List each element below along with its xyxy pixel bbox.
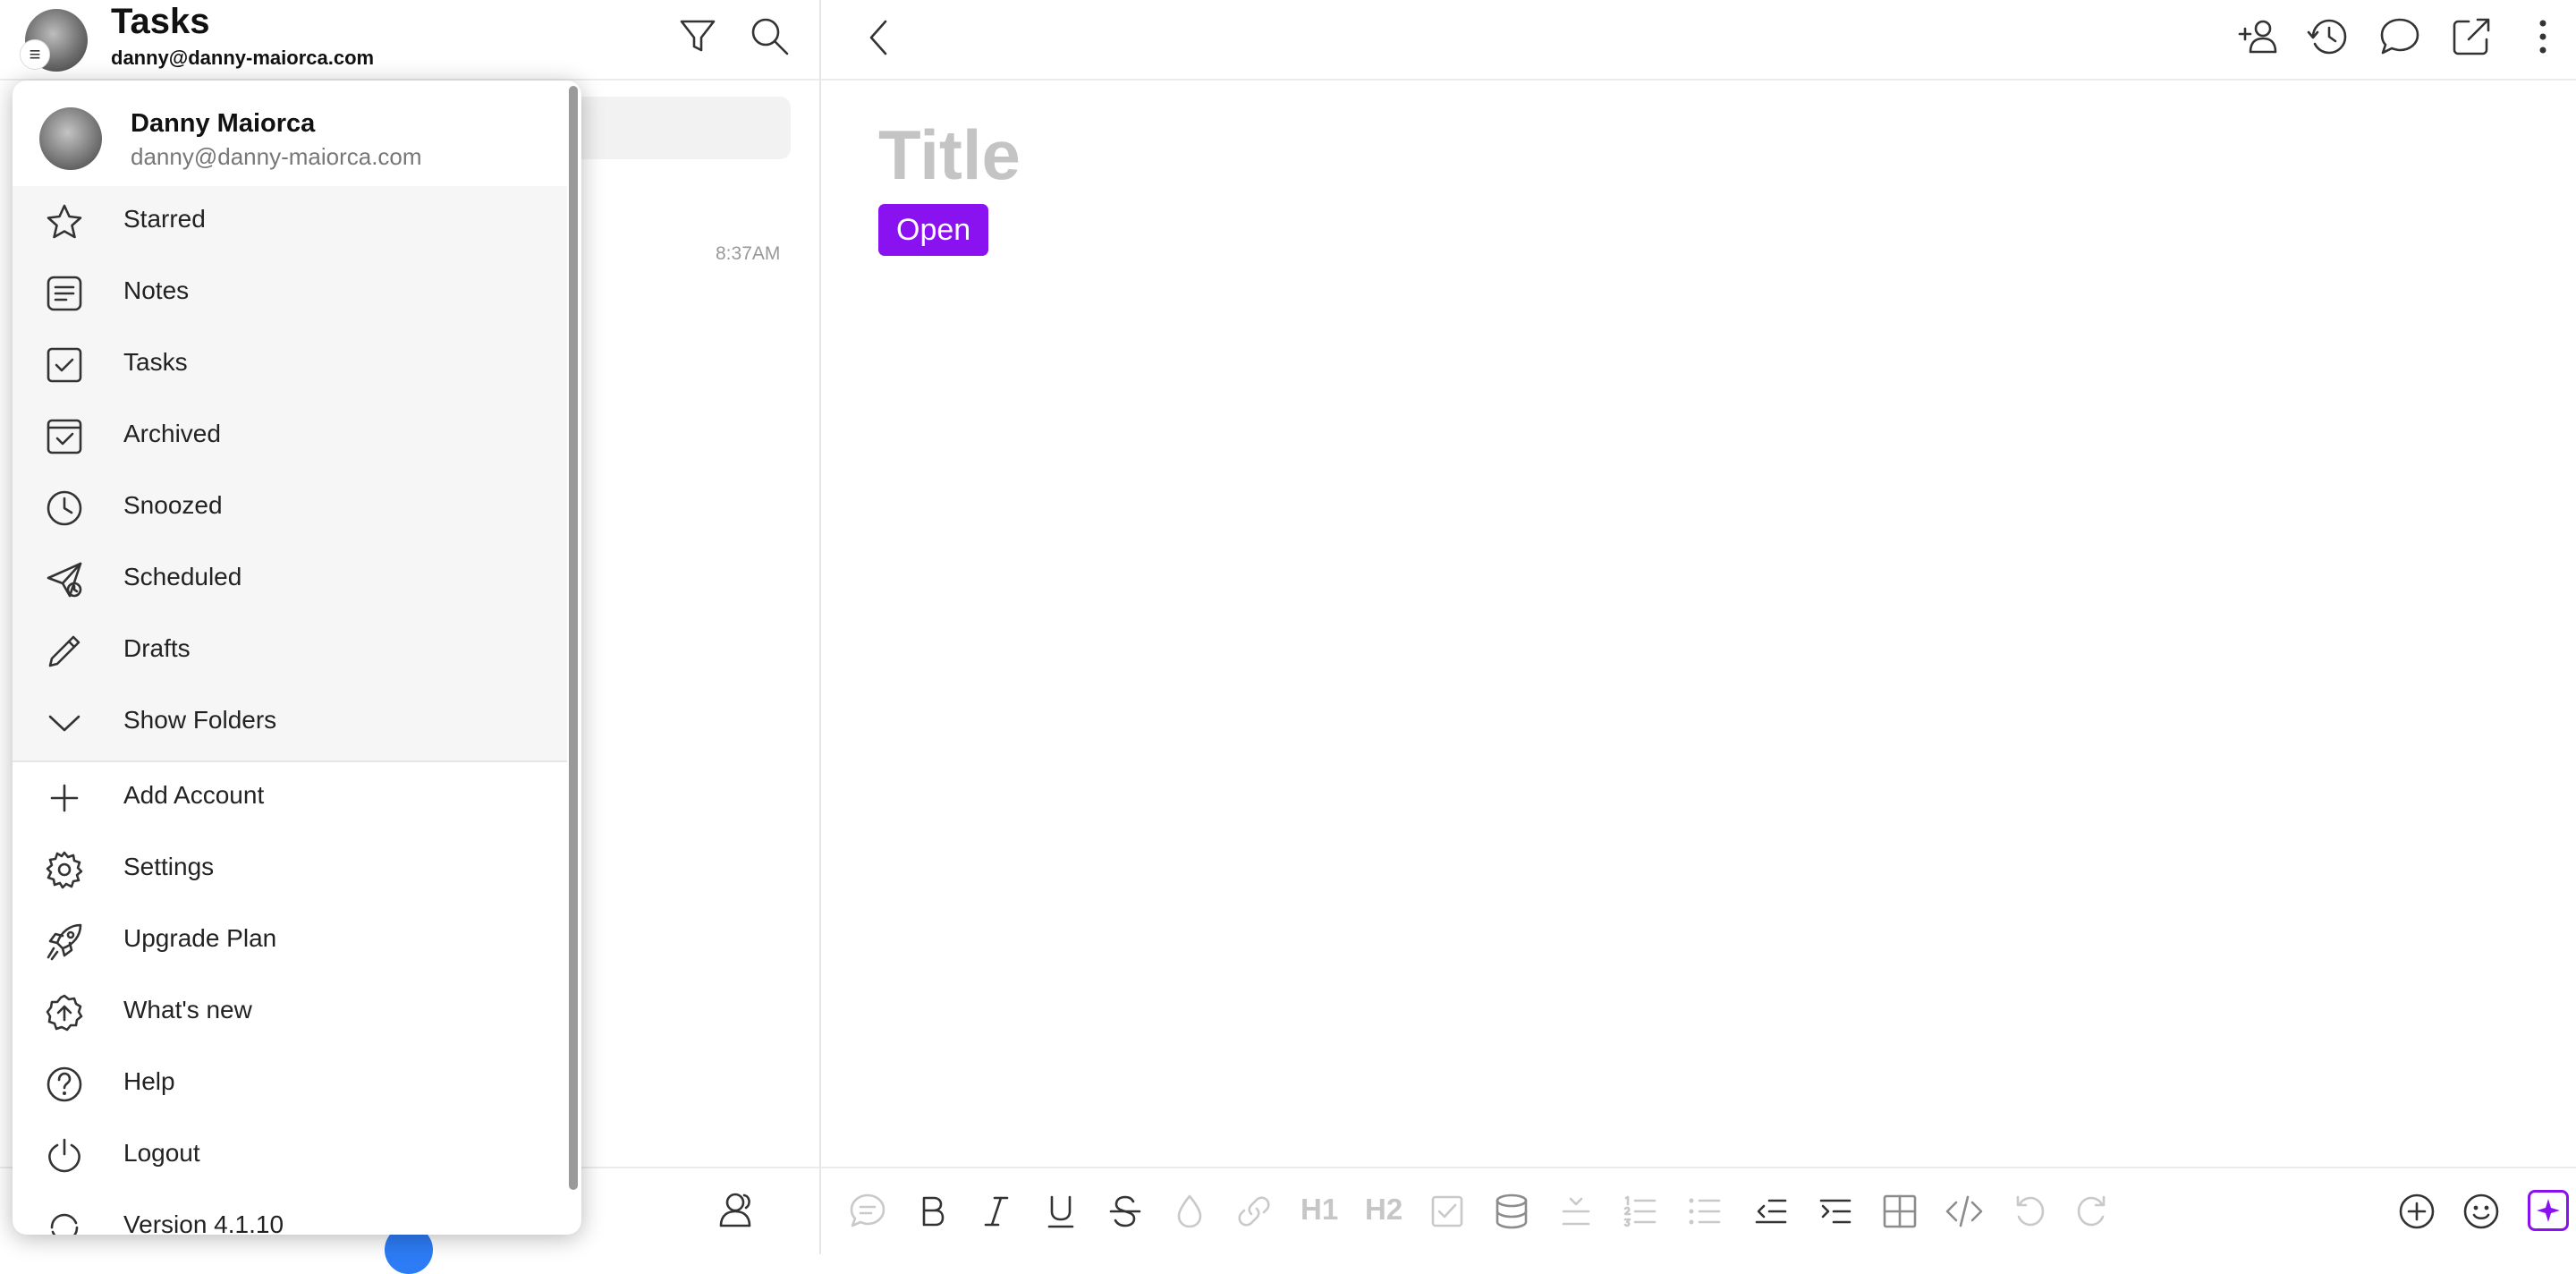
pencil-icon [45, 632, 84, 671]
menu-item-notes[interactable]: Notes [13, 258, 567, 329]
version-label: Version 4.1.10 [123, 1210, 284, 1235]
menu-item-scheduled[interactable]: Scheduled [13, 544, 567, 616]
archive-icon [45, 417, 84, 456]
task-check-icon [45, 345, 84, 385]
clock-icon [45, 488, 84, 528]
rocket-icon [45, 922, 84, 961]
menu-item-upgrade-plan[interactable]: Upgrade Plan [13, 905, 567, 977]
menu-item-drafts[interactable]: Drafts [13, 616, 567, 687]
search-icon[interactable] [748, 14, 791, 57]
gear-icon [45, 850, 84, 889]
menu-item-logout[interactable]: Logout [13, 1120, 567, 1192]
menu-item-label: Notes [123, 276, 190, 304]
database-icon[interactable] [1492, 1192, 1531, 1231]
numbered-list-icon[interactable] [1621, 1192, 1660, 1231]
italic-icon[interactable] [977, 1192, 1016, 1231]
menu-item-label: Show Folders [123, 706, 277, 734]
menu-item-label: Tasks [123, 348, 188, 376]
outdent-icon[interactable] [1751, 1192, 1791, 1231]
list-item-time: 8:37AM [716, 243, 781, 264]
drawer-scrollbar[interactable] [569, 86, 578, 1190]
contacts-icon[interactable] [716, 1188, 758, 1231]
menu-item-label: Archived [123, 420, 221, 447]
bold-icon[interactable] [912, 1192, 952, 1231]
star-icon [45, 202, 84, 242]
strikethrough-icon[interactable] [1106, 1192, 1145, 1231]
indent-icon[interactable] [1816, 1192, 1855, 1231]
link-icon[interactable] [1234, 1192, 1274, 1231]
menu-item-label: Snoozed [123, 491, 223, 519]
menu-item-version: Version 4.1.10 [13, 1192, 567, 1235]
more-vertical-icon[interactable] [2521, 14, 2565, 59]
menu-item-label: Help [123, 1067, 175, 1095]
menu-item-label: Scheduled [123, 563, 242, 590]
back-arrow-icon[interactable] [859, 16, 902, 59]
chevron-down-icon [45, 703, 84, 743]
send-clock-icon [45, 560, 84, 599]
emoji-icon[interactable] [2462, 1192, 2501, 1231]
menu-item-label: Settings [123, 853, 215, 880]
heading1-button[interactable]: H1 [1301, 1193, 1338, 1227]
heading2-button[interactable]: H2 [1365, 1193, 1402, 1227]
menu-item-help[interactable]: Help [13, 1049, 567, 1120]
menu-item-whats-new[interactable]: What's new [13, 977, 567, 1049]
add-circle-icon[interactable] [2397, 1192, 2436, 1231]
power-icon [45, 1136, 84, 1176]
open-external-icon[interactable] [2449, 14, 2494, 59]
refresh-icon [45, 1208, 84, 1235]
profile-name: Danny Maiorca [131, 109, 316, 138]
menu-item-label: Drafts [123, 634, 191, 662]
bulleted-list-icon[interactable] [1685, 1192, 1724, 1231]
menu-item-label: Logout [123, 1139, 200, 1167]
menu-item-label: Starred [123, 205, 206, 233]
page-title: Tasks [111, 2, 210, 41]
underline-icon[interactable] [1041, 1192, 1080, 1231]
table-icon[interactable] [1880, 1192, 1919, 1231]
menu-item-show-folders[interactable]: Show Folders [13, 687, 567, 759]
drawer-profile[interactable]: Danny Maiorca danny@danny-maiorca.com [13, 81, 567, 188]
divider-icon[interactable] [1556, 1192, 1596, 1231]
profile-email: danny@danny-maiorca.com [131, 143, 422, 170]
list-search-field[interactable] [572, 97, 791, 159]
color-drop-icon[interactable] [1170, 1192, 1209, 1231]
menu-item-settings[interactable]: Settings [13, 834, 567, 905]
notes-icon [45, 274, 84, 313]
filter-icon[interactable] [676, 14, 719, 57]
avatar [39, 107, 102, 170]
whats-new-icon [45, 993, 84, 1032]
comment-bubble-icon[interactable] [848, 1192, 887, 1231]
menu-item-archived[interactable]: Archived [13, 401, 567, 472]
add-collaborator-icon[interactable] [2236, 14, 2281, 59]
history-icon[interactable] [2306, 14, 2351, 59]
status-badge[interactable]: Open [878, 204, 989, 256]
ai-sparkle-icon[interactable] [2528, 1190, 2569, 1231]
title-input[interactable]: Title [878, 115, 1021, 196]
checkbox-icon[interactable] [1428, 1192, 1467, 1231]
header-email: danny@danny-maiorca.com [111, 47, 375, 69]
comment-icon[interactable] [2377, 14, 2422, 59]
menu-item-tasks[interactable]: Tasks [13, 329, 567, 401]
help-icon [45, 1065, 84, 1104]
menu-item-label: Upgrade Plan [123, 924, 277, 952]
menu-item-label: What's new [123, 996, 252, 1023]
menu-item-starred[interactable]: Starred [13, 186, 567, 258]
menu-item-add-account[interactable]: Add Account [13, 762, 567, 834]
menu-hamburger-icon[interactable]: ≡ [20, 39, 50, 70]
undo-icon[interactable] [2009, 1192, 2048, 1231]
account-drawer: Danny Maiorca danny@danny-maiorca.com St… [13, 81, 581, 1235]
drawer-nav: Starred Notes Tasks Archived Snoozed Sch… [13, 186, 567, 762]
redo-icon[interactable] [2073, 1192, 2113, 1231]
list-header: ≡ Tasks danny@danny-maiorca.com [0, 0, 819, 81]
code-icon[interactable] [1945, 1192, 1984, 1231]
plus-icon [45, 778, 84, 818]
menu-item-label: Add Account [123, 781, 265, 809]
menu-item-snoozed[interactable]: Snoozed [13, 472, 567, 544]
